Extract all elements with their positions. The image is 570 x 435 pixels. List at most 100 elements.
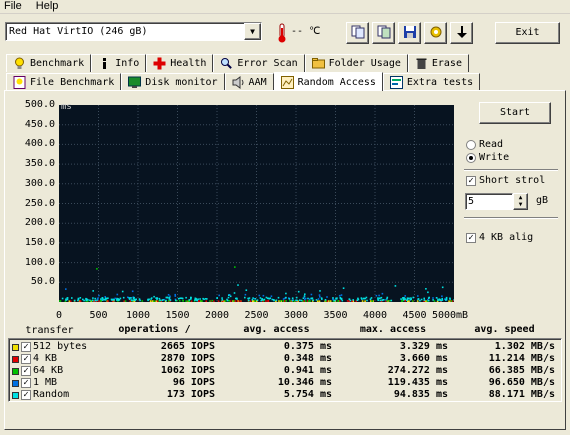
data-point bbox=[104, 296, 106, 298]
write-radio[interactable]: Write bbox=[466, 152, 509, 163]
data-point bbox=[233, 292, 236, 294]
data-point bbox=[379, 299, 382, 302]
data-point bbox=[271, 298, 274, 301]
tab-benchmark[interactable]: Benchmark bbox=[6, 54, 92, 72]
series-checkbox[interactable]: ✓ bbox=[21, 354, 31, 364]
short-stroke-checkbox[interactable]: ✓ Short strol bbox=[466, 175, 545, 186]
start-button[interactable]: Start bbox=[479, 102, 551, 124]
tab-label: Info bbox=[115, 58, 140, 69]
write-radio-circle[interactable] bbox=[466, 152, 476, 163]
tab-erase[interactable]: Erase bbox=[407, 54, 469, 72]
speaker-icon bbox=[232, 76, 245, 89]
tab-info[interactable]: Info bbox=[91, 54, 147, 72]
data-point bbox=[228, 294, 230, 296]
tab-random-access[interactable]: Random Access bbox=[273, 72, 383, 91]
data-point bbox=[357, 298, 360, 301]
data-point bbox=[417, 295, 419, 297]
data-point bbox=[423, 299, 426, 301]
save-button[interactable] bbox=[398, 22, 421, 44]
series-checkbox[interactable]: ✓ bbox=[21, 366, 31, 376]
series-checkbox[interactable]: ✓ bbox=[21, 390, 31, 400]
data-point bbox=[251, 298, 254, 301]
data-point bbox=[226, 298, 228, 301]
tab-disk-monitor[interactable]: Disk monitor bbox=[121, 73, 225, 91]
table-body: ✓ 512 bytes 2665 IOPS 0.375 ms 3.329 ms 1.302… bbox=[8, 338, 562, 402]
menu-file[interactable]: File bbox=[0, 0, 26, 13]
tab-extra-tests[interactable]: Extra tests bbox=[382, 73, 481, 91]
chevron-down-icon[interactable]: ▼ bbox=[244, 23, 261, 40]
short-stroke-label: Short strol bbox=[479, 175, 546, 186]
max-access-cell: 3.329 ms bbox=[399, 341, 448, 352]
data-point bbox=[317, 298, 320, 300]
data-point bbox=[304, 293, 306, 295]
data-point bbox=[441, 295, 443, 297]
data-point bbox=[190, 296, 192, 299]
data-point bbox=[150, 297, 153, 299]
series-checkbox[interactable]: ✓ bbox=[21, 342, 31, 352]
data-point bbox=[249, 300, 252, 302]
align-checkbox[interactable]: ✓ 4 KB alig bbox=[466, 232, 533, 243]
data-point bbox=[375, 294, 378, 297]
exit-button[interactable]: Exit bbox=[495, 22, 560, 44]
menu-help[interactable]: Help bbox=[32, 0, 63, 13]
options-button[interactable] bbox=[424, 22, 447, 44]
data-point bbox=[419, 299, 421, 302]
data-point bbox=[188, 299, 191, 301]
tab-health[interactable]: Health bbox=[146, 54, 214, 72]
series-checkbox[interactable]: ✓ bbox=[21, 378, 31, 388]
header-operations: operations / bbox=[118, 324, 191, 335]
read-radio-circle[interactable] bbox=[466, 139, 476, 150]
tab-error-scan[interactable]: Error Scan bbox=[213, 54, 305, 72]
short-stroke-spinner[interactable]: ▲ ▼ bbox=[513, 193, 528, 210]
tab-file-benchmark[interactable]: File Benchmark bbox=[6, 73, 122, 91]
data-point bbox=[155, 297, 157, 299]
series-color-swatch bbox=[12, 355, 19, 363]
tab-folder-usage[interactable]: Folder Usage bbox=[304, 54, 408, 72]
avg-access-cell: 0.348 ms bbox=[283, 353, 332, 364]
data-point bbox=[211, 299, 214, 302]
copy-text-button[interactable] bbox=[346, 22, 369, 44]
tab-label: Error Scan bbox=[237, 58, 298, 69]
data-point bbox=[114, 297, 116, 300]
data-point bbox=[169, 295, 171, 298]
monitor-icon bbox=[128, 76, 142, 89]
data-point bbox=[92, 297, 94, 299]
data-point bbox=[168, 298, 171, 300]
read-radio[interactable]: Read bbox=[466, 139, 503, 150]
data-point bbox=[91, 299, 94, 302]
data-point bbox=[240, 300, 242, 303]
data-point bbox=[162, 299, 164, 301]
data-point bbox=[153, 300, 155, 302]
data-point bbox=[411, 300, 414, 302]
random-access-panel: 500.0 450.0 400.0 350.0 300.0 250.0 200.0 150.0… bbox=[4, 90, 566, 430]
transfer-cell: ✓ 4 KB bbox=[9, 353, 92, 365]
align-check[interactable]: ✓ bbox=[466, 232, 476, 243]
x-tick-label: 3000 bbox=[283, 310, 309, 321]
data-point bbox=[158, 297, 161, 300]
data-point bbox=[342, 287, 345, 289]
data-point bbox=[427, 291, 429, 294]
download-button[interactable] bbox=[450, 22, 473, 44]
toolbar: Red Hat VirtIO (246 gB) ▼ -- ℃ Exit bbox=[0, 14, 570, 50]
data-point bbox=[406, 299, 408, 301]
data-point bbox=[234, 266, 236, 268]
short-stroke-check[interactable]: ✓ bbox=[466, 175, 476, 186]
magnifier-icon bbox=[220, 57, 233, 70]
data-point bbox=[267, 300, 270, 302]
data-point bbox=[307, 297, 309, 300]
x-tick-label: 0 bbox=[55, 310, 63, 321]
data-point bbox=[175, 299, 177, 302]
series-color-swatch bbox=[12, 391, 19, 399]
data-point bbox=[341, 299, 344, 302]
transfer-label: 4 KB bbox=[33, 353, 58, 364]
data-point bbox=[167, 294, 170, 296]
divider bbox=[464, 169, 558, 171]
tab-aam[interactable]: AAM bbox=[224, 73, 274, 91]
copy-screenshot-button[interactable] bbox=[372, 22, 395, 44]
x-tick-label: 500 bbox=[89, 310, 108, 321]
data-point bbox=[174, 293, 176, 296]
short-stroke-input[interactable]: 5 bbox=[465, 193, 513, 210]
drive-select[interactable]: Red Hat VirtIO (246 gB) ▼ bbox=[5, 22, 262, 41]
data-point bbox=[258, 294, 261, 297]
data-point bbox=[279, 300, 282, 302]
